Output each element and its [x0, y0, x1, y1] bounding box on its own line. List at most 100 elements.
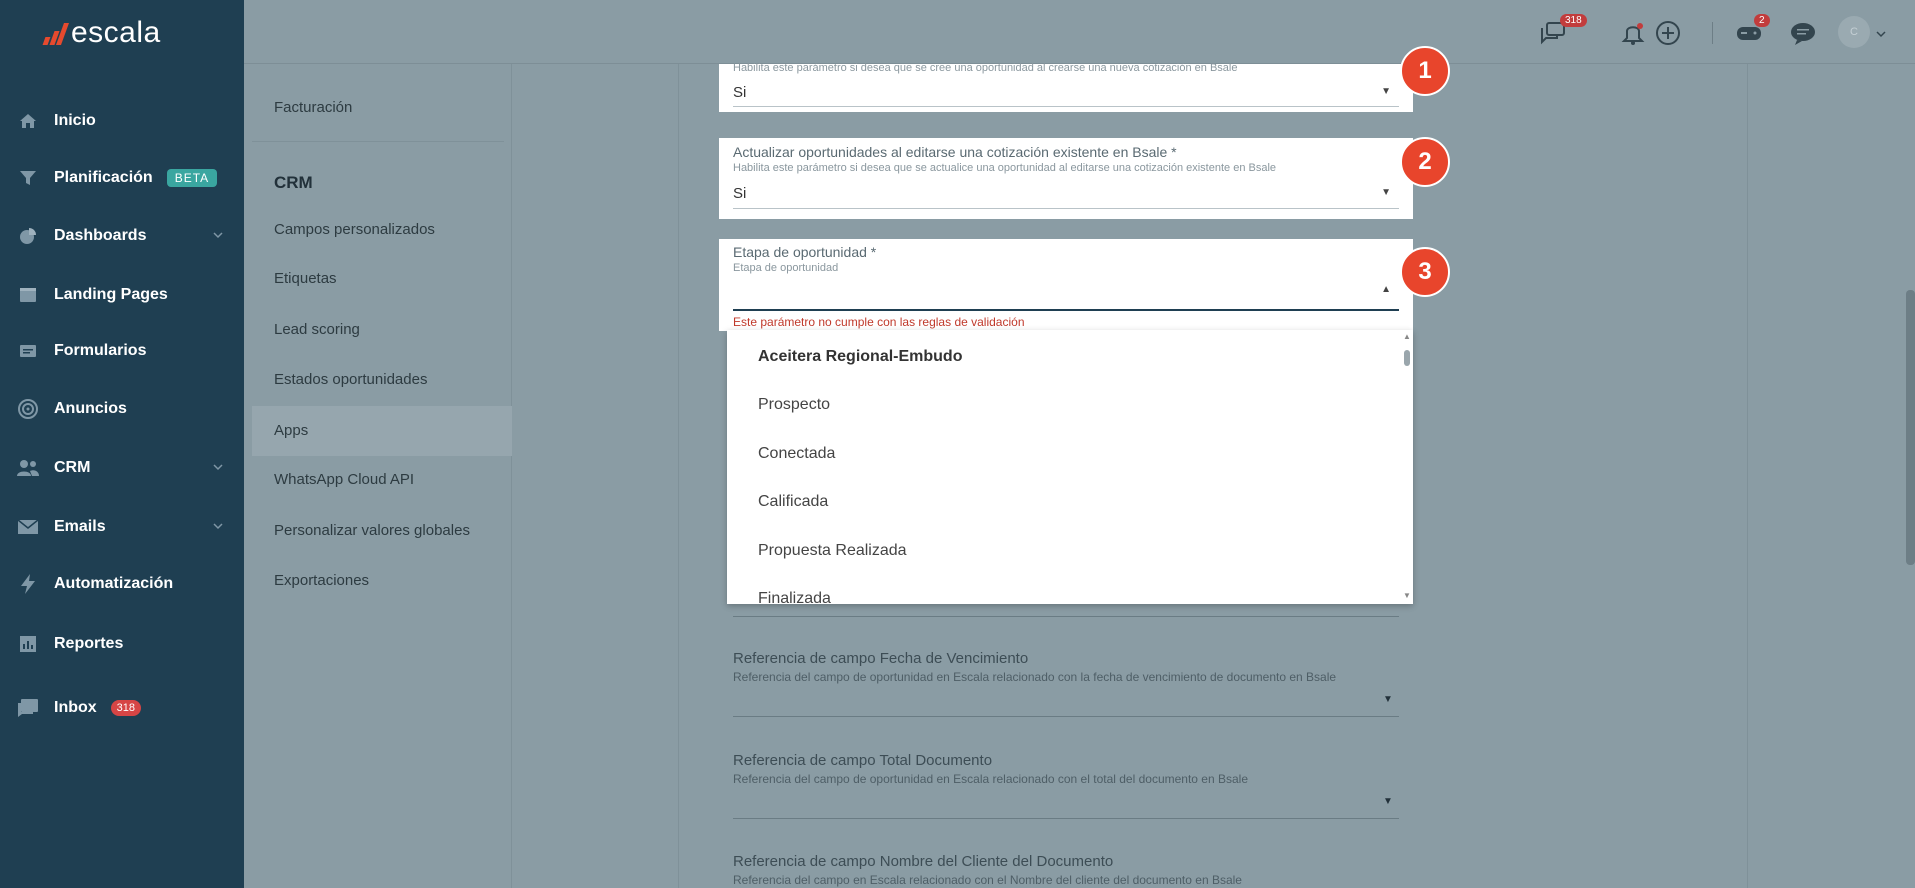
- field-label: Referencia de campo Fecha de Vencimiento: [733, 650, 1029, 667]
- chat-count-badge: 318: [1560, 14, 1587, 27]
- step-marker-1: 1: [1400, 46, 1450, 96]
- submenu-item-etiquetas[interactable]: Etiquetas: [274, 270, 337, 287]
- submenu-item-exportaciones[interactable]: Exportaciones: [274, 572, 369, 589]
- dropdown-option[interactable]: Conectada: [758, 445, 835, 463]
- brand-name: escala: [71, 16, 161, 49]
- sidebar-item-label: Anuncios: [54, 400, 127, 417]
- field-value: Si: [733, 84, 747, 101]
- sidebar-item-label: Reportes: [54, 635, 124, 652]
- browser-icon: [16, 283, 40, 307]
- escala-logo[interactable]: escala: [42, 16, 161, 50]
- sidebar-item-label: Dashboards: [54, 227, 147, 244]
- dropdown-scrollbar[interactable]: ▲ ▼: [1401, 330, 1413, 604]
- caret-down-icon: ▼: [1383, 694, 1393, 705]
- update-opportunity-field[interactable]: Actualizar oportunidades al editarse una…: [719, 138, 1413, 219]
- validation-error: Este parámetro no cumple con las reglas …: [733, 315, 1025, 329]
- field-help: Habilita este parámetro si desea que se …: [733, 162, 1277, 174]
- sidebar-item-reportes[interactable]: Reportes: [0, 624, 244, 664]
- step-marker-3: 3: [1400, 247, 1450, 297]
- sidebar-item-inicio[interactable]: Inicio: [0, 101, 244, 141]
- gamepad-count-badge: 2: [1754, 14, 1770, 27]
- topbar-divider: [1712, 22, 1713, 44]
- add-icon[interactable]: [1653, 18, 1683, 48]
- step-marker-2: 2: [1400, 137, 1450, 187]
- dropdown-option[interactable]: Propuesta Realizada: [758, 542, 907, 560]
- sidebar-item-label: Landing Pages: [54, 286, 168, 303]
- chart-icon: [16, 632, 40, 656]
- sidebar-item-label: Inbox: [54, 699, 97, 716]
- sidebar-item-emails[interactable]: Emails: [0, 507, 244, 547]
- chevron-down-icon[interactable]: [1876, 26, 1886, 44]
- page-scrollbar[interactable]: [1906, 290, 1915, 565]
- avatar-initial: C: [1850, 26, 1858, 38]
- sidebar-item-label: Emails: [54, 518, 106, 535]
- scroll-up-icon[interactable]: ▲: [1403, 332, 1411, 341]
- submenu-item-whatsapp[interactable]: WhatsApp Cloud API: [274, 471, 414, 488]
- dropdown-group-header: Aceitera Regional-Embudo: [758, 348, 963, 365]
- chevron-down-icon: [212, 460, 224, 478]
- sidebar-item-formularios[interactable]: Formularios: [0, 331, 244, 371]
- top-bar: 318 2 C: [244, 0, 1915, 64]
- dropdown-option[interactable]: Calificada: [758, 493, 828, 511]
- submenu-divider: [252, 141, 504, 142]
- chevron-down-icon: [212, 519, 224, 537]
- submenu-item-estados[interactable]: Estados oportunidades: [274, 371, 427, 388]
- sidebar-item-label: Inicio: [54, 112, 96, 129]
- field-label: Actualizar oportunidades al editarse una…: [733, 144, 1177, 160]
- sidebar-item-planificacion[interactable]: Planificación BETA: [0, 158, 244, 198]
- sidebar-item-automatizacion[interactable]: Automatización: [0, 564, 244, 604]
- field-help: Etapa de oportunidad: [733, 262, 839, 274]
- filter-icon: [16, 166, 40, 190]
- inbox-icon: [16, 696, 40, 720]
- bell-icon[interactable]: [1618, 18, 1648, 48]
- sidebar-item-label: Formularios: [54, 342, 147, 359]
- chevron-down-icon: [212, 228, 224, 246]
- mail-icon: [16, 515, 40, 539]
- main-sidebar: escala Inicio Planificación BETA Dashboa…: [0, 0, 244, 888]
- dropdown-option[interactable]: Finalizada: [758, 590, 831, 604]
- caret-down-icon: ▼: [1381, 187, 1391, 198]
- field-help: Referencia del campo de oportunidad en E…: [733, 772, 1249, 786]
- target-icon: [16, 397, 40, 421]
- submenu-item-valores-globales[interactable]: Personalizar valores globales: [274, 522, 470, 539]
- inbox-count-badge: 318: [110, 700, 142, 716]
- avatar[interactable]: C: [1838, 16, 1870, 48]
- pie-chart-icon: [16, 224, 40, 248]
- field-label: Etapa de oportunidad *: [733, 244, 877, 260]
- sidebar-item-label: Planificación: [54, 169, 153, 186]
- sidebar-item-inbox[interactable]: Inbox 318: [0, 688, 244, 728]
- stage-dropdown-list[interactable]: Aceitera Regional-Embudo Prospecto Conec…: [727, 330, 1413, 604]
- field-underline: [733, 208, 1399, 209]
- scroll-thumb[interactable]: [1404, 350, 1410, 366]
- submenu-item-lead-scoring[interactable]: Lead scoring: [274, 321, 360, 338]
- home-icon: [16, 109, 40, 133]
- field-underline: [733, 716, 1399, 717]
- field-help: Referencia del campo en Escala relaciona…: [733, 873, 1242, 887]
- create-opportunity-field[interactable]: Habilita este parámetro si desea que se …: [719, 62, 1413, 112]
- field-underline: [733, 309, 1399, 311]
- logo-bars-icon: [42, 21, 70, 45]
- field-underline: [733, 616, 1399, 617]
- sidebar-item-anuncios[interactable]: Anuncios: [0, 389, 244, 429]
- beta-badge: BETA: [166, 169, 218, 187]
- submenu-section-title: CRM: [274, 173, 313, 192]
- scroll-down-icon[interactable]: ▼: [1403, 591, 1411, 600]
- caret-down-icon: ▼: [1383, 796, 1393, 807]
- caret-up-icon: ▲: [1381, 284, 1391, 295]
- field-help: Habilita este parámetro si desea que se …: [733, 62, 1238, 74]
- field-help: Referencia del campo de oportunidad en E…: [733, 670, 1337, 684]
- dropdown-option[interactable]: Prospecto: [758, 396, 830, 414]
- caret-down-icon: ▼: [1381, 86, 1391, 97]
- sidebar-item-landing-pages[interactable]: Landing Pages: [0, 275, 244, 315]
- people-icon: [16, 456, 40, 480]
- sidebar-item-dashboards[interactable]: Dashboards: [0, 216, 244, 256]
- opportunity-stage-field[interactable]: Etapa de oportunidad * Etapa de oportuni…: [719, 239, 1413, 331]
- field-value: Si: [733, 185, 747, 202]
- submenu-item-apps[interactable]: Apps: [274, 422, 308, 439]
- submenu-item-facturacion[interactable]: Facturación: [274, 99, 352, 116]
- sidebar-item-crm[interactable]: CRM: [0, 448, 244, 488]
- submenu-item-campos[interactable]: Campos personalizados: [274, 221, 435, 238]
- support-chat-icon[interactable]: [1788, 18, 1818, 48]
- bolt-icon: [16, 572, 40, 596]
- sidebar-item-label: Automatización: [54, 575, 174, 592]
